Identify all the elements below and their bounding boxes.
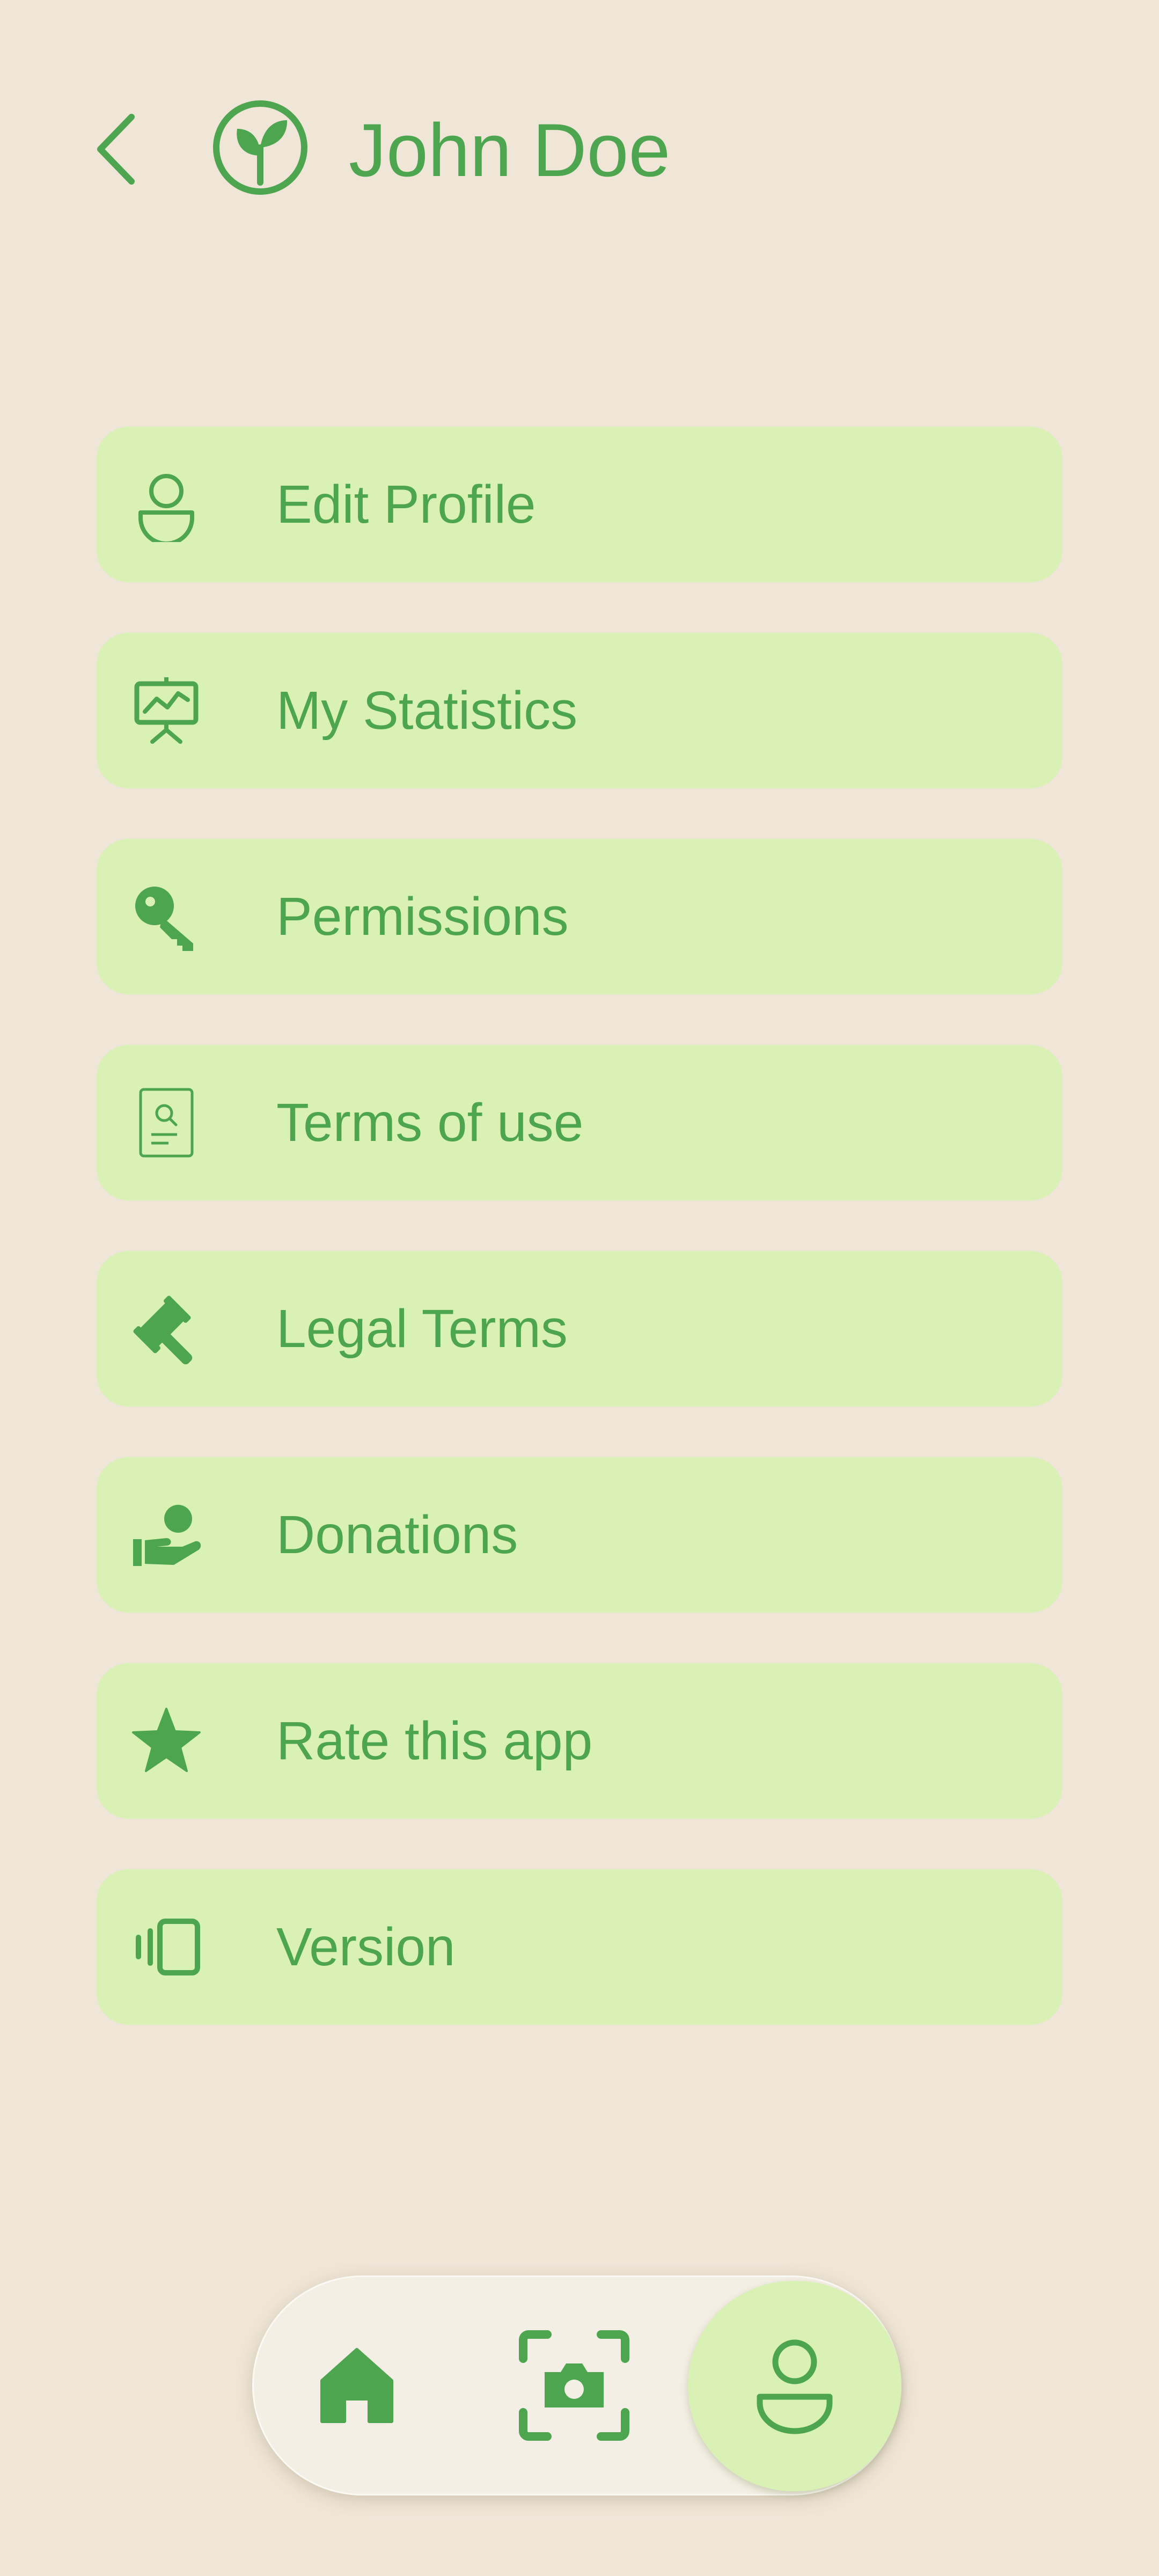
- camera-scan-icon: [518, 2329, 630, 2442]
- menu-item-rate-this-app[interactable]: Rate this app: [97, 1663, 1062, 1819]
- home-icon: [317, 2345, 397, 2426]
- bottom-navigation: [252, 2275, 901, 2496]
- header: John Doe: [0, 80, 1159, 220]
- sprout-icon: [209, 97, 311, 199]
- menu-item-label: My Statistics: [276, 680, 578, 741]
- back-button[interactable]: [86, 110, 145, 191]
- presentation-chart-icon: [129, 673, 204, 748]
- nav-profile-button[interactable]: [688, 2281, 901, 2491]
- nav-scan-button[interactable]: [470, 2275, 679, 2496]
- gavel-icon: [129, 1291, 204, 1366]
- settings-menu: Edit Profile My Statistics Permissions T…: [97, 427, 1062, 2075]
- nav-home-button[interactable]: [252, 2275, 461, 2496]
- menu-item-edit-profile[interactable]: Edit Profile: [97, 427, 1062, 582]
- menu-item-label: Terms of use: [276, 1093, 584, 1153]
- menu-item-label: Rate this app: [276, 1711, 593, 1771]
- menu-item-donations[interactable]: Donations: [97, 1457, 1062, 1613]
- menu-item-label: Donations: [276, 1505, 518, 1565]
- menu-item-label: Version: [276, 1917, 456, 1977]
- chevron-left-icon: [94, 112, 137, 189]
- menu-item-terms-of-use[interactable]: Terms of use: [97, 1045, 1062, 1201]
- menu-item-permissions[interactable]: Permissions: [97, 839, 1062, 994]
- vibrate-phone-icon: [129, 1909, 204, 1985]
- menu-item-version[interactable]: Version: [97, 1869, 1062, 2025]
- key-icon: [129, 879, 204, 954]
- menu-item-my-statistics[interactable]: My Statistics: [97, 633, 1062, 788]
- star-icon: [129, 1703, 204, 1779]
- hand-heart-donate-icon: [129, 1497, 204, 1572]
- menu-item-label: Legal Terms: [276, 1299, 568, 1359]
- menu-item-label: Edit Profile: [276, 474, 536, 535]
- menu-item-legal-terms[interactable]: Legal Terms: [97, 1251, 1062, 1407]
- user-icon: [129, 467, 204, 542]
- page-title: John Doe: [349, 108, 671, 192]
- menu-item-label: Permissions: [276, 887, 569, 947]
- document-search-icon: [129, 1085, 204, 1160]
- user-icon: [754, 2338, 835, 2434]
